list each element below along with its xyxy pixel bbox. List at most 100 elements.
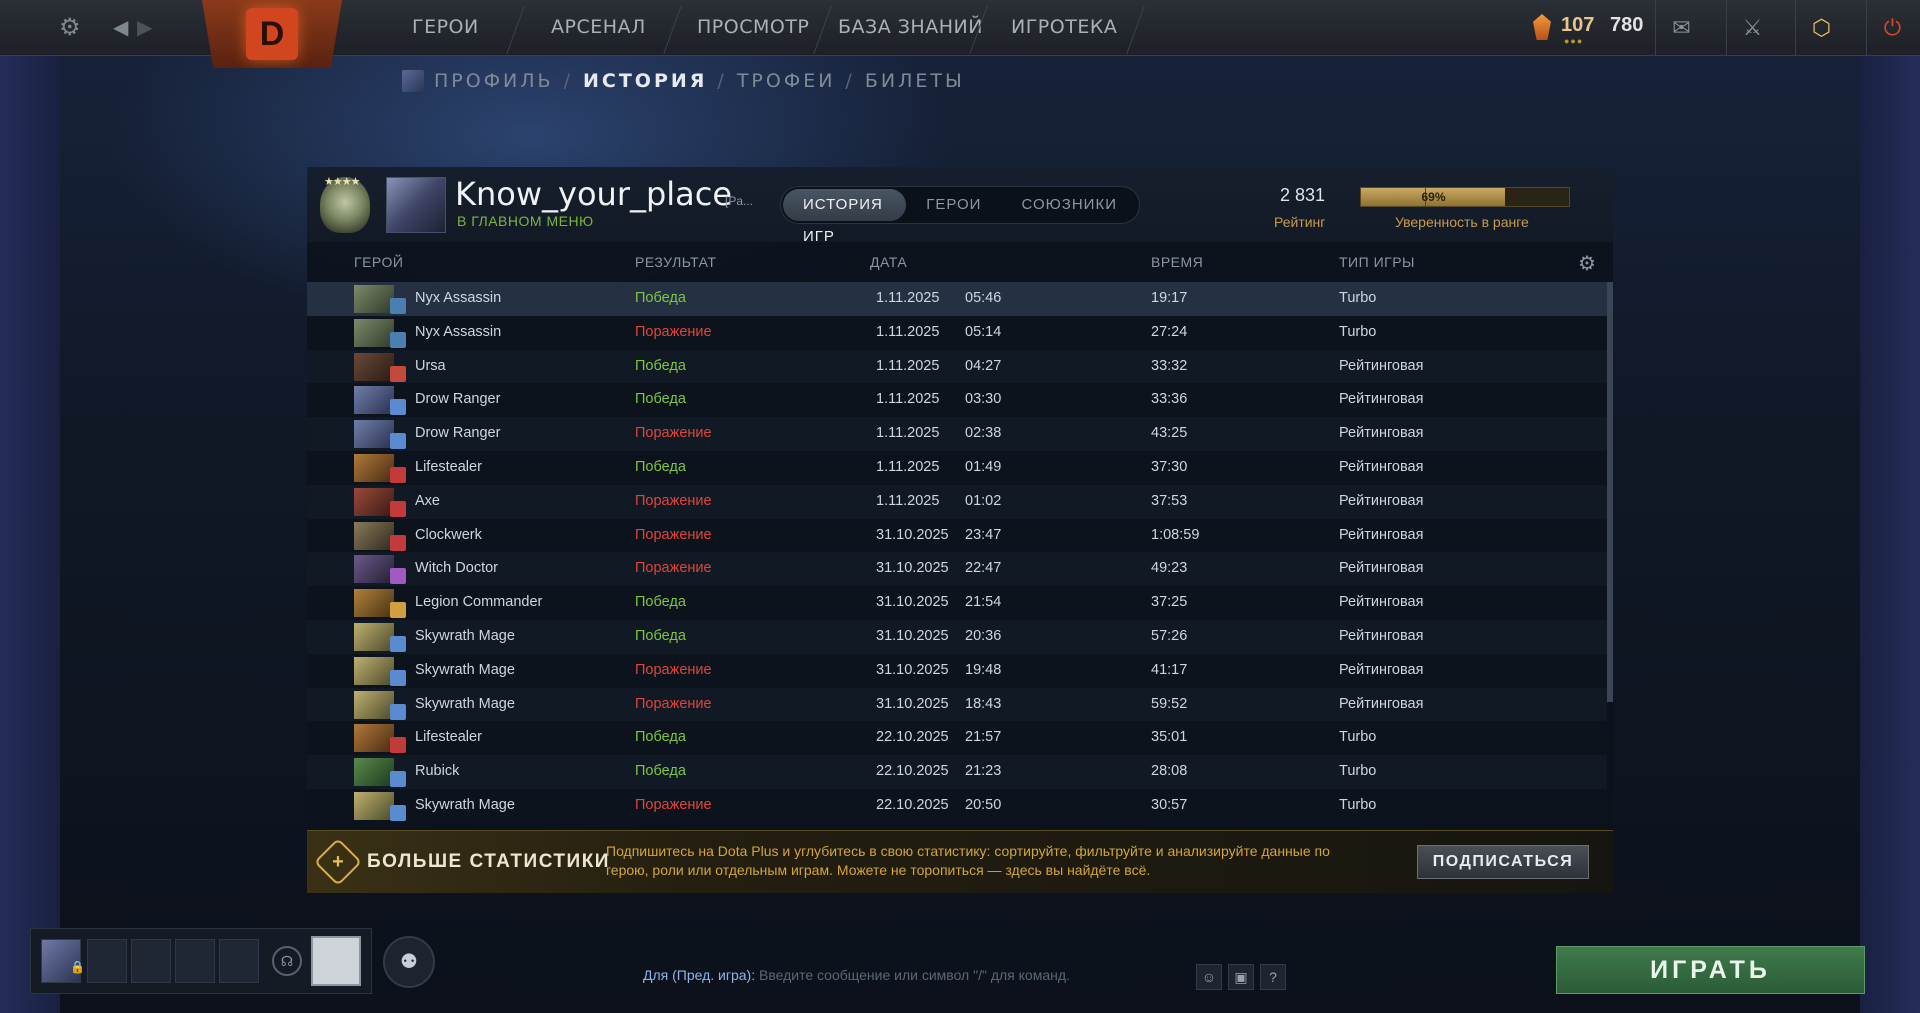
table-row[interactable]: Ursa Победа 1.11.2025 04:27 33:32 Рейтинговая [307,349,1607,384]
table-row[interactable]: Clockwerk Поражение 31.10.2025 23:47 1:08:59… [307,518,1607,553]
match-time: 21:23 [965,763,1002,780]
party-slot[interactable] [219,939,259,983]
table-row[interactable]: Lifestealer Победа 22.10.2025 21:57 35:01 Tur… [307,721,1607,756]
gear-icon[interactable]: ⚙ [59,14,81,42]
breadcrumb-tickets[interactable]: БИЛЕТЫ [865,70,965,92]
promo-text: Подпишитесь на Dota Plus и углубитесь в … [606,843,1330,878]
table-row[interactable]: Skywrath Mage Поражение 22.10.2025 20:50 30:… [307,789,1607,823]
chat-channel[interactable]: Для (Пред. игра): [643,967,755,983]
role-icon [390,365,406,382]
column-header-duration[interactable]: ВРЕМЯ [1151,254,1203,270]
tab-match-history[interactable]: ИСТОРИЯ ИГР [783,189,907,245]
play-button[interactable]: ИГРАТЬ [1556,946,1865,994]
other-currency-count[interactable]: 780 [1610,14,1643,37]
match-date: 31.10.2025 [876,594,949,611]
mail-icon[interactable]: ✉ [1655,0,1707,56]
chat-input[interactable]: Для (Пред. игра): Введите сообщение или … [643,967,1070,983]
rank-medal-icon[interactable]: ★★★★ [320,176,370,233]
breadcrumb-history[interactable]: ИСТОРИЯ [583,70,707,92]
table-row[interactable]: Legion Commander Победа 31.10.2025 21:54 37:… [307,586,1607,620]
table-row[interactable]: Drow Ranger Поражение 1.11.2025 02:38 43:25 Р… [307,417,1607,451]
avatar[interactable] [386,177,446,233]
background-frame-right [1860,56,1920,1013]
arrow-left-icon[interactable]: ◀ [113,14,128,42]
table-row[interactable]: Nyx Assassin Победа 1.11.2025 05:46 19:17 Tur… [307,282,1607,316]
table-row[interactable]: Lifestealer Победа 1.11.2025 01:49 37:30 Рейт… [307,451,1607,485]
hero-name: Legion Commander [415,594,543,611]
dota-plus-icon[interactable]: ⬡ [1795,0,1847,56]
headset-icon[interactable]: ☊ [272,946,302,976]
table-row[interactable]: Axe Поражение 1.11.2025 01:02 37:53 Рейтингов… [307,484,1607,519]
match-date: 22.10.2025 [876,797,949,813]
table-row[interactable]: Skywrath Mage Поражение 31.10.2025 19:48 41:… [307,653,1607,688]
role-icon [390,737,406,754]
subscribe-button[interactable]: ПОДПИСАТЬСЯ [1417,845,1589,879]
shard-dots-icon: ●●● [1564,36,1584,46]
match-duration: 59:52 [1151,695,1188,712]
dota-plus-icon: + [313,837,363,887]
screenshot-icon[interactable]: ▣ [1228,964,1254,990]
match-time: 05:14 [965,323,1002,340]
nav-armory[interactable]: АРСЕНАЛ [551,16,646,38]
friends-icon[interactable]: ⚉ [383,936,435,988]
table-row[interactable]: Nyx Assassin Поражение 1.11.2025 05:14 27:24… [307,315,1607,350]
player-status: В ГЛАВНОМ МЕНЮ [457,213,594,229]
ward-button[interactable] [311,936,361,986]
gear-icon[interactable]: ⚙ [1578,251,1596,276]
match-result: Победа [635,763,686,780]
scrollbar[interactable] [1607,282,1613,702]
match-date: 1.11.2025 [876,492,940,509]
hero-name: Rubick [415,763,460,780]
tab-allies[interactable]: СОЮЗНИКИ [1001,189,1137,221]
breadcrumb-profile[interactable]: ПРОФИЛЬ [434,70,554,92]
match-duration: 33:32 [1151,357,1188,374]
drow-ranger-portrait [354,386,394,415]
breadcrumb-separator: / [717,70,727,92]
column-header-result[interactable]: РЕЗУЛЬТАТ [635,254,716,270]
role-icon [390,805,406,821]
party-slot[interactable] [175,939,215,983]
shards-count[interactable]: 107 [1561,14,1594,37]
breadcrumb-trophies[interactable]: ТРОФЕИ [737,70,836,92]
party-slot[interactable] [87,939,127,983]
match-result: Поражение [635,492,712,509]
table-row[interactable]: Skywrath Mage Победа 31.10.2025 20:36 57:26 Р… [307,620,1607,654]
tab-heroes[interactable]: ГЕРОИ [906,189,1001,221]
hero-name: Skywrath Mage [415,695,515,712]
party-slot[interactable] [131,939,171,983]
match-time: 01:49 [965,459,1002,475]
match-date: 1.11.2025 [876,290,940,306]
table-row[interactable]: Witch Doctor Поражение 31.10.2025 22:47 49:2… [307,552,1607,587]
dota-plus-promo: + БОЛЬШЕ СТАТИСТИКИ Подпишитесь на Dota … [307,830,1613,893]
match-duration: 49:23 [1151,560,1188,577]
power-icon[interactable]: ⏻ [1866,0,1918,56]
nav-arcade[interactable]: ИГРОТЕКА [1011,16,1117,38]
emoji-icon[interactable]: ☺ [1196,964,1222,990]
match-time: 20:36 [965,628,1002,644]
table-row[interactable]: Drow Ranger Победа 1.11.2025 03:30 33:36 Рейт… [307,383,1607,418]
match-result: Поражение [635,695,712,712]
column-header-game-type[interactable]: ТИП ИГРЫ [1339,254,1415,270]
game-type: Turbo [1339,797,1377,813]
arrow-right-icon[interactable]: ▶ [137,14,152,42]
match-date: 31.10.2025 [876,526,949,543]
role-icon [390,500,406,517]
table-row[interactable]: Rubick Победа 22.10.2025 21:23 28:08 Turbo [307,755,1607,789]
role-icon [390,534,406,551]
column-header-hero[interactable]: ГЕРОЙ [354,254,403,270]
table-row[interactable]: Skywrath Mage Поражение 31.10.2025 18:43 59:… [307,687,1607,722]
column-header-date[interactable]: ДАТА [870,254,907,270]
match-result: Победа [635,594,686,611]
swords-icon[interactable]: ⚔ [1726,0,1778,56]
match-date: 1.11.2025 [876,391,940,408]
game-type: Рейтинговая [1339,661,1424,678]
nav-knowledge-base[interactable]: БАЗА ЗНАНИЙ [838,16,983,38]
match-duration: 1:08:59 [1151,526,1200,543]
game-type: Рейтинговая [1339,695,1424,712]
dota-logo-button[interactable]: D [202,0,342,68]
match-duration: 27:24 [1151,323,1188,340]
help-icon[interactable]: ? [1260,964,1286,990]
nav-watch[interactable]: ПРОСМОТР [697,16,809,38]
nav-heroes[interactable]: ГЕРОИ [412,16,479,38]
nyx-assassin-portrait [354,285,394,313]
